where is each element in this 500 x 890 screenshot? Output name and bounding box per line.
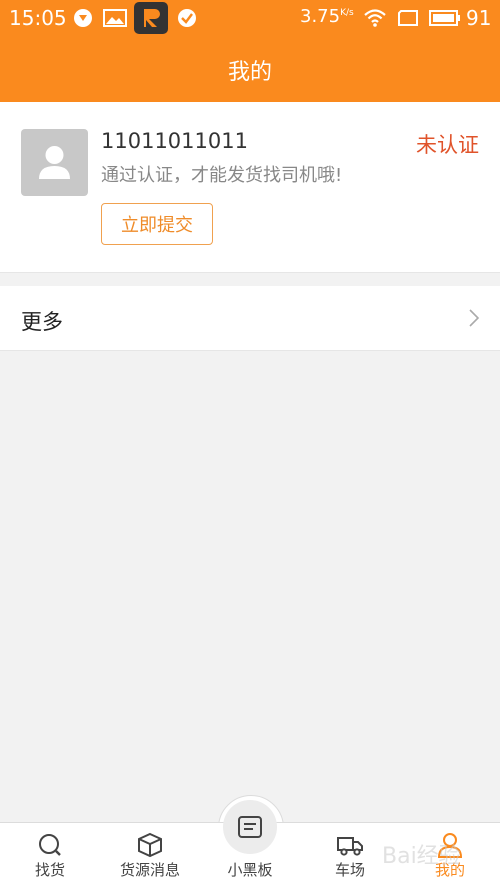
blackboard-button[interactable] <box>223 800 277 854</box>
tab-label: 小黑板 <box>227 861 273 879</box>
box-icon <box>100 832 200 858</box>
tab-find-goods[interactable]: 找货 <box>0 823 100 890</box>
battery-icon <box>428 7 462 29</box>
wifi-icon <box>362 7 388 29</box>
network-speed: 3.75K/s <box>300 6 354 27</box>
phone-number: 11011011011 <box>101 129 248 153</box>
status-bar: 15:05 3.75K/s 91 <box>0 0 500 36</box>
screen-icon <box>396 7 420 29</box>
board-icon <box>238 816 262 838</box>
avatar[interactable] <box>21 129 88 196</box>
sync-icon <box>72 7 94 29</box>
image-icon <box>102 7 128 29</box>
more-row[interactable]: 更多 <box>0 286 500 351</box>
profile-card: 11011011011 未认证 通过认证，才能发货找司机哦! 立即提交 <box>0 102 500 273</box>
verification-status: 未认证 <box>416 133 479 157</box>
tab-label: 找货 <box>34 861 65 879</box>
more-label: 更多 <box>21 310 63 334</box>
check-icon <box>176 7 198 29</box>
clock: 15:05 <box>9 6 67 30</box>
tab-label: 货源消息 <box>119 861 180 879</box>
verification-hint: 通过认证，才能发货找司机哦! <box>101 165 343 186</box>
submit-verification-button[interactable]: 立即提交 <box>101 203 213 245</box>
tab-goods-messages[interactable]: 货源消息 <box>100 823 200 890</box>
app-r-icon <box>134 2 168 34</box>
chevron-right-icon <box>468 308 480 332</box>
app-header: 我的 <box>0 36 500 102</box>
search-icon <box>0 832 100 858</box>
page-title: 我的 <box>227 60 272 85</box>
battery-level: 91 <box>466 6 492 30</box>
watermark: Bai经验 <box>382 844 461 869</box>
user-placeholder-icon <box>39 146 70 179</box>
